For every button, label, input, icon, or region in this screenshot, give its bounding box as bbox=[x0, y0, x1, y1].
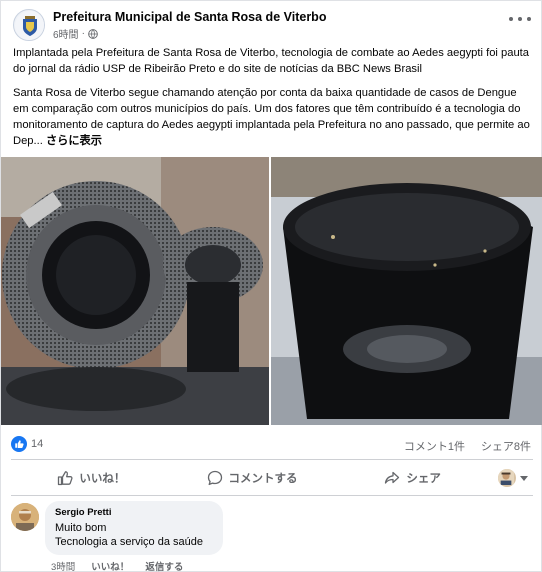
share-button-label: シェア bbox=[406, 473, 441, 485]
more-options-icon[interactable] bbox=[509, 11, 531, 27]
post-photo-trap-parts[interactable] bbox=[1, 157, 269, 425]
audience-selector[interactable] bbox=[493, 463, 533, 493]
like-button-label: いいね！ bbox=[79, 473, 126, 485]
post-time[interactable]: 6時間 bbox=[53, 26, 79, 41]
post-photo-trap-container[interactable] bbox=[271, 157, 542, 425]
share-button[interactable]: シェア bbox=[332, 463, 493, 493]
comment-reply-link[interactable]: 返信する bbox=[145, 559, 183, 572]
share-count[interactable]: シェア8件 bbox=[481, 438, 531, 454]
globe-icon bbox=[88, 28, 98, 39]
comment-like-link[interactable]: いいね！ bbox=[91, 559, 129, 572]
comment-text-line: Muito bom bbox=[55, 522, 107, 534]
divider bbox=[11, 495, 533, 496]
post-header: Prefeitura Municipal de Santa Rosa de Vi… bbox=[13, 9, 531, 41]
post-actions: いいね！ コメントする シェア bbox=[11, 463, 533, 493]
post-paragraph: Santa Rosa de Viterbo segue chamando ate… bbox=[13, 85, 533, 149]
comment-bubble-icon bbox=[207, 470, 222, 486]
comment-footer: 3時間 いいね！ 返信する bbox=[51, 559, 183, 572]
see-more-link[interactable]: さらに表示 bbox=[46, 135, 102, 147]
comment-text-line: Tecnologia a serviço da saúde bbox=[55, 536, 203, 548]
post-paragraph: Implantada pela Prefeitura de Santa Rosa… bbox=[13, 47, 530, 75]
comment-bubble: Sergio Pretti Muito bom Tecnologia a ser… bbox=[45, 501, 223, 555]
post-text: Implantada pela Prefeitura de Santa Rosa… bbox=[13, 45, 533, 157]
post-meta: 6時間 · bbox=[53, 26, 98, 41]
like-count[interactable]: 14 bbox=[31, 438, 43, 450]
user-avatar bbox=[498, 469, 517, 487]
share-arrow-icon bbox=[385, 471, 400, 484]
comment-button[interactable]: コメントする bbox=[172, 463, 333, 493]
like-reaction-icon[interactable] bbox=[11, 436, 27, 452]
page-name[interactable]: Prefeitura Municipal de Santa Rosa de Vi… bbox=[53, 10, 326, 24]
chevron-down-icon bbox=[520, 475, 529, 481]
divider bbox=[11, 459, 533, 460]
comment-button-label: コメントする bbox=[228, 473, 298, 485]
comment-count[interactable]: コメント1件 bbox=[404, 438, 465, 454]
like-button[interactable]: いいね！ bbox=[11, 463, 172, 493]
comment-item: Sergio Pretti Muito bom Tecnologia a ser… bbox=[11, 501, 533, 572]
facebook-post: Prefeitura Municipal de Santa Rosa de Vi… bbox=[0, 0, 542, 572]
page-avatar[interactable] bbox=[13, 9, 45, 41]
reaction-stats: 14 コメント1件 シェア8件 bbox=[11, 435, 533, 455]
commenter-avatar[interactable] bbox=[11, 503, 39, 531]
comment-time[interactable]: 3時間 bbox=[51, 559, 75, 572]
comment-author[interactable]: Sergio Pretti bbox=[55, 507, 213, 518]
thumbs-up-icon bbox=[58, 471, 73, 486]
city-seal-icon bbox=[15, 11, 44, 40]
